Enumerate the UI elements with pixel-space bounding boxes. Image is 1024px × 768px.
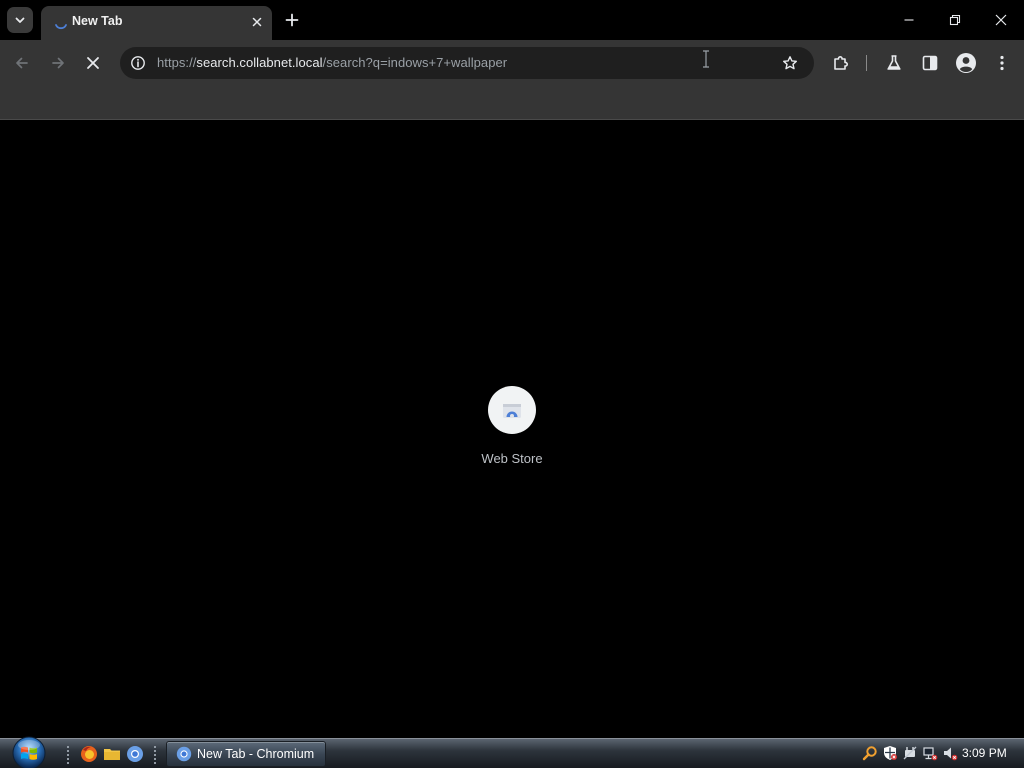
labs-button[interactable] <box>882 51 906 75</box>
arrow-left-icon <box>16 57 28 69</box>
taskbar-window-label: New Tab - Chromium <box>197 747 315 761</box>
close-window-button[interactable] <box>978 0 1024 40</box>
site-info-button[interactable] <box>128 53 148 73</box>
url-text[interactable]: https://search.collabnet.local/search?q=… <box>157 55 507 70</box>
stop-button[interactable] <box>79 49 107 77</box>
arrow-right-icon <box>52 57 64 69</box>
plus-icon <box>285 13 299 27</box>
puzzle-icon <box>834 56 848 70</box>
loading-spinner-icon <box>55 24 67 30</box>
start-button[interactable] <box>9 735 49 768</box>
url-host: search.collabnet.local <box>196 55 323 70</box>
kebab-menu-icon <box>1000 55 1004 71</box>
restore-button[interactable] <box>932 0 978 40</box>
back-button[interactable] <box>8 49 36 77</box>
toolbar: https://search.collabnet.local/search?q=… <box>0 40 1024 86</box>
network-icon <box>923 747 938 761</box>
tab-close-button[interactable] <box>248 13 266 31</box>
side-panel-button[interactable] <box>918 51 942 75</box>
tray-security[interactable] <box>882 745 898 761</box>
star-icon <box>783 56 797 70</box>
tray-power[interactable] <box>902 745 918 761</box>
chromium-icon <box>127 746 143 762</box>
windows-logo-icon <box>12 736 46 768</box>
restore-icon <box>949 14 961 26</box>
side-panel-icon <box>922 55 938 71</box>
profile-button[interactable] <box>954 51 978 75</box>
plug-icon <box>903 746 917 760</box>
tray-volume[interactable] <box>942 745 958 761</box>
new-tab-page: Web Store <box>0 121 1024 738</box>
info-icon <box>131 56 145 70</box>
tab-strip: New Tab <box>0 0 1024 40</box>
shortcut-tile[interactable] <box>488 386 536 434</box>
magnifier-icon <box>862 746 877 761</box>
close-icon <box>252 17 262 27</box>
tray-network[interactable] <box>922 745 938 761</box>
taskbar: New Tab - Chromium 3:09 PM <box>0 735 1024 768</box>
tray-search[interactable] <box>862 745 878 761</box>
text-cursor-icon <box>703 50 709 68</box>
extensions-button[interactable] <box>829 51 853 75</box>
minimize-icon <box>904 19 914 21</box>
taskbar-clock[interactable]: 3:09 PM <box>962 746 1007 760</box>
folder-icon <box>104 749 120 760</box>
url-scheme: https:// <box>157 55 197 70</box>
tab-search-button[interactable] <box>7 7 33 33</box>
avatar-icon <box>956 53 976 73</box>
taskbar-grip[interactable] <box>153 745 157 765</box>
tab-active[interactable]: New Tab <box>41 6 272 40</box>
stop-x-icon <box>87 57 99 69</box>
flask-icon <box>887 55 901 70</box>
chevron-down-icon <box>15 17 25 23</box>
web-store-icon <box>503 404 521 418</box>
minimize-button[interactable] <box>886 0 932 40</box>
speaker-muted-icon <box>944 747 958 761</box>
toolbar-separator <box>866 55 867 71</box>
url-path: /search?q=indows+7+wallpaper <box>322 55 508 70</box>
tab-title: New Tab <box>72 14 123 28</box>
shield-icon <box>884 746 897 760</box>
menu-button[interactable] <box>990 51 1014 75</box>
forward-button[interactable] <box>44 49 72 77</box>
shortcut-web-store[interactable]: Web Store <box>472 386 552 476</box>
new-tab-button[interactable] <box>280 8 304 32</box>
shortcut-label: Web Store <box>481 451 543 466</box>
screen: New Tab https://search.collabnet.local/s… <box>0 0 1024 768</box>
close-icon <box>995 14 1007 26</box>
quicklaunch-chromium[interactable] <box>126 745 144 763</box>
bookmark-button[interactable] <box>780 53 800 73</box>
quicklaunch-explorer[interactable] <box>103 745 121 763</box>
quicklaunch-firefox[interactable] <box>80 745 98 763</box>
firefox-icon <box>81 746 97 762</box>
bookmarks-bar <box>0 86 1024 120</box>
chromium-icon <box>176 746 192 762</box>
taskbar-window-button[interactable]: New Tab - Chromium <box>166 741 326 767</box>
taskbar-grip[interactable] <box>66 745 70 765</box>
